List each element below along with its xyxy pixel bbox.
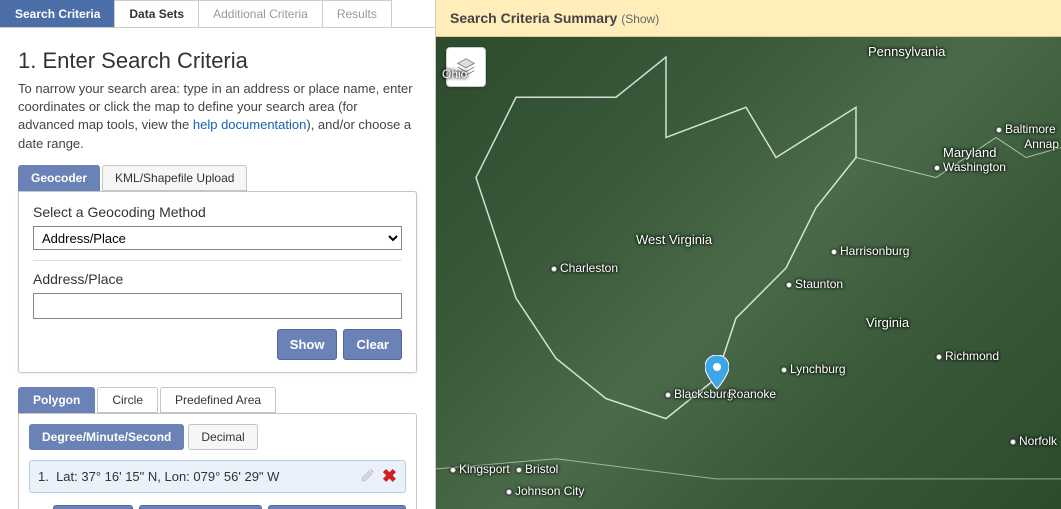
tab-polygon[interactable]: Polygon bbox=[18, 387, 95, 413]
tab-data-sets[interactable]: Data Sets bbox=[114, 0, 199, 27]
page-title: 1. Enter Search Criteria bbox=[18, 48, 417, 74]
map-label-virginia: Virginia bbox=[866, 315, 909, 330]
map-label-west-virginia: West Virginia bbox=[636, 232, 712, 247]
map-label-johnson-city: Johnson City bbox=[506, 484, 584, 498]
map-label-richmond: Richmond bbox=[936, 349, 999, 363]
map-label-baltimore: Baltimore bbox=[996, 122, 1056, 136]
summary-title: Search Criteria Summary bbox=[450, 10, 617, 26]
coord-num: 1. bbox=[38, 469, 49, 484]
map-label-ohio: Ohio bbox=[442, 67, 467, 81]
summary-bar: Search Criteria Summary (Show) bbox=[436, 0, 1061, 37]
tab-circle[interactable]: Circle bbox=[97, 387, 158, 413]
help-link[interactable]: help documentation bbox=[193, 117, 306, 132]
edit-icon[interactable] bbox=[360, 467, 376, 486]
coordinate-row: 1. Lat: 37° 16' 15" N, Lon: 079° 56' 29"… bbox=[29, 460, 406, 493]
map-label-pennsylvania: Pennsylvania bbox=[868, 44, 945, 59]
tab-predefined[interactable]: Predefined Area bbox=[160, 387, 276, 413]
geocoder-panel: Select a Geocoding Method Address/Place … bbox=[18, 191, 417, 373]
intro-text: To narrow your search area: type in an a… bbox=[18, 80, 417, 153]
clear-button[interactable]: Clear bbox=[343, 329, 402, 360]
main-tabs: Search Criteria Data Sets Additional Cri… bbox=[0, 0, 435, 28]
map-label-harrisonburg: Harrisonburg bbox=[831, 244, 909, 258]
add-coordinate-button[interactable]: Add Coordinate bbox=[139, 505, 263, 509]
coord-text: Lat: 37° 16' 15" N, Lon: 079° 56' 29" W bbox=[56, 469, 279, 484]
address-input[interactable] bbox=[33, 293, 402, 319]
tab-additional-criteria[interactable]: Additional Criteria bbox=[198, 0, 323, 27]
map-label-blacksburg: Blacksburg bbox=[665, 387, 733, 401]
map-label-kingsport: Kingsport bbox=[450, 462, 510, 476]
geocode-method-label: Select a Geocoding Method bbox=[33, 204, 402, 220]
map-label-lynchburg: Lynchburg bbox=[781, 362, 846, 376]
tab-decimal[interactable]: Decimal bbox=[188, 424, 257, 450]
geocode-method-select[interactable]: Address/Place bbox=[33, 226, 402, 250]
map[interactable]: Pennsylvania Ohio Baltimore Maryland Ann… bbox=[436, 37, 1061, 509]
tab-search-criteria[interactable]: Search Criteria bbox=[0, 0, 115, 27]
address-label: Address/Place bbox=[33, 271, 402, 287]
map-label-maryland: Maryland bbox=[943, 145, 996, 160]
map-marker[interactable] bbox=[705, 355, 729, 389]
polygon-panel: Degree/Minute/Second Decimal 1. Lat: 37°… bbox=[18, 413, 417, 509]
delete-icon[interactable]: ✖ bbox=[382, 467, 397, 485]
map-label-washington: Washington bbox=[934, 160, 1006, 174]
tab-kml-upload[interactable]: KML/Shapefile Upload bbox=[102, 165, 247, 191]
tab-results[interactable]: Results bbox=[322, 0, 392, 27]
tab-geocoder[interactable]: Geocoder bbox=[18, 165, 100, 191]
summary-show-link[interactable]: (Show) bbox=[621, 12, 659, 26]
map-label-roanoke: Roanoke bbox=[728, 387, 776, 401]
map-label-charleston: Charleston bbox=[551, 261, 618, 275]
clear-coordinates-button[interactable]: Clear Coordinates bbox=[268, 505, 406, 509]
show-button[interactable]: Show bbox=[277, 329, 338, 360]
map-label-staunton: Staunton bbox=[786, 277, 843, 291]
tab-dms[interactable]: Degree/Minute/Second bbox=[29, 424, 184, 450]
map-label-norfolk: Norfolk bbox=[1010, 434, 1057, 448]
map-label-annap: Annap bbox=[1024, 137, 1059, 151]
use-map-button[interactable]: Use Map bbox=[53, 505, 132, 509]
map-label-bristol: Bristol bbox=[516, 462, 558, 476]
